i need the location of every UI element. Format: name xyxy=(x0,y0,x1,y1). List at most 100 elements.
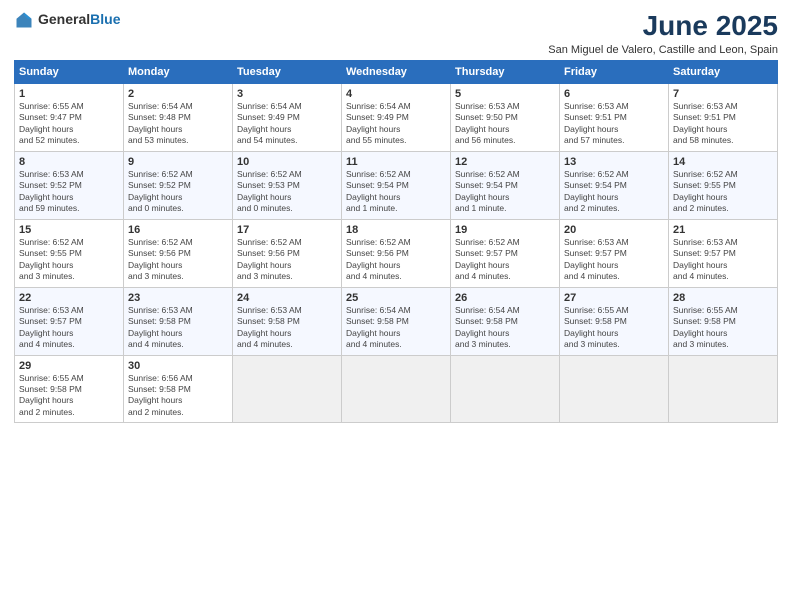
day-detail: Sunrise: 6:53 AMSunset: 9:52 PMDaylight … xyxy=(19,169,119,215)
day-number: 16 xyxy=(128,224,228,236)
day-detail: Sunrise: 6:54 AMSunset: 9:49 PMDaylight … xyxy=(346,101,446,147)
calendar-cell: 19Sunrise: 6:52 AMSunset: 9:57 PMDayligh… xyxy=(451,219,560,287)
day-number: 18 xyxy=(346,224,446,236)
calendar-cell: 20Sunrise: 6:53 AMSunset: 9:57 PMDayligh… xyxy=(560,219,669,287)
calendar-cell: 28Sunrise: 6:55 AMSunset: 9:58 PMDayligh… xyxy=(669,287,778,355)
calendar-cell: 15Sunrise: 6:52 AMSunset: 9:55 PMDayligh… xyxy=(15,219,124,287)
day-number: 14 xyxy=(673,156,773,168)
logo: GeneralBlue xyxy=(14,10,120,30)
day-number: 26 xyxy=(455,292,555,304)
calendar-cell: 26Sunrise: 6:54 AMSunset: 9:58 PMDayligh… xyxy=(451,287,560,355)
day-number: 2 xyxy=(128,88,228,100)
day-number: 9 xyxy=(128,156,228,168)
col-header-saturday: Saturday xyxy=(669,61,778,84)
day-number: 10 xyxy=(237,156,337,168)
day-detail: Sunrise: 6:53 AMSunset: 9:51 PMDaylight … xyxy=(564,101,664,147)
title-block: June 2025 San Miguel de Valero, Castille… xyxy=(548,10,778,56)
day-number: 13 xyxy=(564,156,664,168)
week-row-3: 15Sunrise: 6:52 AMSunset: 9:55 PMDayligh… xyxy=(15,219,778,287)
calendar-cell xyxy=(342,355,451,423)
week-row-2: 8Sunrise: 6:53 AMSunset: 9:52 PMDaylight… xyxy=(15,151,778,219)
calendar-cell: 5Sunrise: 6:53 AMSunset: 9:50 PMDaylight… xyxy=(451,84,560,152)
calendar-cell: 11Sunrise: 6:52 AMSunset: 9:54 PMDayligh… xyxy=(342,151,451,219)
calendar-cell: 8Sunrise: 6:53 AMSunset: 9:52 PMDaylight… xyxy=(15,151,124,219)
day-number: 5 xyxy=(455,88,555,100)
day-number: 25 xyxy=(346,292,446,304)
day-detail: Sunrise: 6:52 AMSunset: 9:55 PMDaylight … xyxy=(19,237,119,283)
calendar-cell: 16Sunrise: 6:52 AMSunset: 9:56 PMDayligh… xyxy=(124,219,233,287)
calendar-cell: 21Sunrise: 6:53 AMSunset: 9:57 PMDayligh… xyxy=(669,219,778,287)
calendar-cell: 29Sunrise: 6:55 AMSunset: 9:58 PMDayligh… xyxy=(15,355,124,423)
calendar-cell: 10Sunrise: 6:52 AMSunset: 9:53 PMDayligh… xyxy=(233,151,342,219)
day-detail: Sunrise: 6:54 AMSunset: 9:58 PMDaylight … xyxy=(346,305,446,351)
day-detail: Sunrise: 6:53 AMSunset: 9:51 PMDaylight … xyxy=(673,101,773,147)
week-row-1: 1Sunrise: 6:55 AMSunset: 9:47 PMDaylight… xyxy=(15,84,778,152)
day-detail: Sunrise: 6:52 AMSunset: 9:56 PMDaylight … xyxy=(346,237,446,283)
calendar-cell xyxy=(560,355,669,423)
week-row-5: 29Sunrise: 6:55 AMSunset: 9:58 PMDayligh… xyxy=(15,355,778,423)
day-detail: Sunrise: 6:52 AMSunset: 9:56 PMDaylight … xyxy=(128,237,228,283)
day-number: 8 xyxy=(19,156,119,168)
col-header-sunday: Sunday xyxy=(15,61,124,84)
col-header-thursday: Thursday xyxy=(451,61,560,84)
day-number: 29 xyxy=(19,360,119,372)
calendar-cell: 3Sunrise: 6:54 AMSunset: 9:49 PMDaylight… xyxy=(233,84,342,152)
day-detail: Sunrise: 6:54 AMSunset: 9:58 PMDaylight … xyxy=(455,305,555,351)
day-number: 6 xyxy=(564,88,664,100)
day-detail: Sunrise: 6:53 AMSunset: 9:50 PMDaylight … xyxy=(455,101,555,147)
day-detail: Sunrise: 6:53 AMSunset: 9:57 PMDaylight … xyxy=(19,305,119,351)
col-header-friday: Friday xyxy=(560,61,669,84)
col-header-tuesday: Tuesday xyxy=(233,61,342,84)
calendar-cell: 14Sunrise: 6:52 AMSunset: 9:55 PMDayligh… xyxy=(669,151,778,219)
calendar-cell xyxy=(233,355,342,423)
day-number: 12 xyxy=(455,156,555,168)
day-detail: Sunrise: 6:55 AMSunset: 9:47 PMDaylight … xyxy=(19,101,119,147)
day-detail: Sunrise: 6:55 AMSunset: 9:58 PMDaylight … xyxy=(564,305,664,351)
day-number: 30 xyxy=(128,360,228,372)
day-detail: Sunrise: 6:52 AMSunset: 9:55 PMDaylight … xyxy=(673,169,773,215)
logo-text: GeneralBlue xyxy=(38,11,120,29)
day-detail: Sunrise: 6:52 AMSunset: 9:56 PMDaylight … xyxy=(237,237,337,283)
day-number: 21 xyxy=(673,224,773,236)
day-detail: Sunrise: 6:55 AMSunset: 9:58 PMDaylight … xyxy=(673,305,773,351)
header-row-days: SundayMondayTuesdayWednesdayThursdayFrid… xyxy=(15,61,778,84)
day-detail: Sunrise: 6:52 AMSunset: 9:52 PMDaylight … xyxy=(128,169,228,215)
calendar-cell: 22Sunrise: 6:53 AMSunset: 9:57 PMDayligh… xyxy=(15,287,124,355)
col-header-wednesday: Wednesday xyxy=(342,61,451,84)
day-detail: Sunrise: 6:53 AMSunset: 9:57 PMDaylight … xyxy=(673,237,773,283)
day-detail: Sunrise: 6:52 AMSunset: 9:54 PMDaylight … xyxy=(455,169,555,215)
calendar-cell: 4Sunrise: 6:54 AMSunset: 9:49 PMDaylight… xyxy=(342,84,451,152)
calendar-table: SundayMondayTuesdayWednesdayThursdayFrid… xyxy=(14,60,778,423)
calendar-cell: 1Sunrise: 6:55 AMSunset: 9:47 PMDaylight… xyxy=(15,84,124,152)
day-number: 11 xyxy=(346,156,446,168)
day-number: 22 xyxy=(19,292,119,304)
calendar-cell: 6Sunrise: 6:53 AMSunset: 9:51 PMDaylight… xyxy=(560,84,669,152)
col-header-monday: Monday xyxy=(124,61,233,84)
day-detail: Sunrise: 6:56 AMSunset: 9:58 PMDaylight … xyxy=(128,373,228,419)
calendar-cell: 25Sunrise: 6:54 AMSunset: 9:58 PMDayligh… xyxy=(342,287,451,355)
day-number: 28 xyxy=(673,292,773,304)
page: GeneralBlue June 2025 San Miguel de Vale… xyxy=(0,0,792,612)
calendar-cell: 23Sunrise: 6:53 AMSunset: 9:58 PMDayligh… xyxy=(124,287,233,355)
calendar-cell: 2Sunrise: 6:54 AMSunset: 9:48 PMDaylight… xyxy=(124,84,233,152)
logo-icon xyxy=(14,10,34,30)
calendar-cell: 24Sunrise: 6:53 AMSunset: 9:58 PMDayligh… xyxy=(233,287,342,355)
day-detail: Sunrise: 6:52 AMSunset: 9:57 PMDaylight … xyxy=(455,237,555,283)
day-number: 27 xyxy=(564,292,664,304)
main-title: June 2025 xyxy=(548,10,778,42)
day-number: 1 xyxy=(19,88,119,100)
calendar-cell: 9Sunrise: 6:52 AMSunset: 9:52 PMDaylight… xyxy=(124,151,233,219)
day-detail: Sunrise: 6:52 AMSunset: 9:53 PMDaylight … xyxy=(237,169,337,215)
day-detail: Sunrise: 6:52 AMSunset: 9:54 PMDaylight … xyxy=(346,169,446,215)
calendar-cell: 17Sunrise: 6:52 AMSunset: 9:56 PMDayligh… xyxy=(233,219,342,287)
calendar-cell: 30Sunrise: 6:56 AMSunset: 9:58 PMDayligh… xyxy=(124,355,233,423)
calendar-cell: 12Sunrise: 6:52 AMSunset: 9:54 PMDayligh… xyxy=(451,151,560,219)
day-number: 17 xyxy=(237,224,337,236)
day-detail: Sunrise: 6:54 AMSunset: 9:48 PMDaylight … xyxy=(128,101,228,147)
week-row-4: 22Sunrise: 6:53 AMSunset: 9:57 PMDayligh… xyxy=(15,287,778,355)
calendar-cell xyxy=(451,355,560,423)
day-number: 7 xyxy=(673,88,773,100)
day-number: 24 xyxy=(237,292,337,304)
header-row: GeneralBlue June 2025 San Miguel de Vale… xyxy=(14,10,778,56)
logo-general: GeneralBlue xyxy=(38,11,120,29)
